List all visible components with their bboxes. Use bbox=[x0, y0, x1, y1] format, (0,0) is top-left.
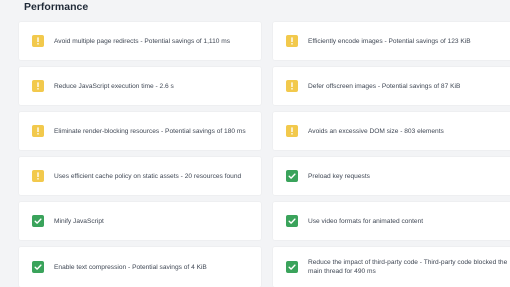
audit-label: Enable text compression - Potential savi… bbox=[54, 263, 207, 271]
audit-card-minify-js[interactable]: Minify JavaScript bbox=[19, 202, 261, 240]
performance-page: Performance Avoid multiple page redirect… bbox=[0, 0, 510, 287]
audit-label: Uses efficient cache policy on static as… bbox=[54, 172, 242, 180]
audit-label: Avoids an excessive DOM size - 803 eleme… bbox=[308, 127, 444, 135]
audit-card-offscreen-images[interactable]: Defer offscreen images - Potential savin… bbox=[273, 67, 510, 105]
audit-label: Avoid multiple page redirects - Potentia… bbox=[54, 37, 231, 45]
audit-card-cache-policy[interactable]: Uses efficient cache policy on static as… bbox=[19, 157, 261, 195]
exclamation-icon bbox=[32, 35, 44, 47]
audit-card-js-execution[interactable]: Reduce JavaScript execution time - 2.6 s bbox=[19, 67, 261, 105]
audit-label: Reduce the impact of third-party code - … bbox=[308, 259, 508, 275]
audit-card-dom-size[interactable]: Avoids an excessive DOM size - 803 eleme… bbox=[273, 112, 510, 150]
audit-label: Efficiently encode images - Potential sa… bbox=[308, 37, 471, 45]
check-icon bbox=[32, 261, 44, 273]
audit-card-preload-requests[interactable]: Preload key requests bbox=[273, 157, 510, 195]
audit-label: Reduce JavaScript execution time - 2.6 s bbox=[54, 82, 174, 90]
check-icon bbox=[286, 170, 298, 182]
exclamation-icon bbox=[32, 125, 44, 137]
audit-card-render-blocking[interactable]: Eliminate render-blocking resources - Po… bbox=[19, 112, 261, 150]
audit-label: Use video formats for animated content bbox=[308, 217, 424, 225]
audit-card-avoid-redirects[interactable]: Avoid multiple page redirects - Potentia… bbox=[19, 22, 261, 60]
check-icon bbox=[286, 261, 298, 273]
exclamation-icon bbox=[32, 170, 44, 182]
audit-grid: Avoid multiple page redirects - Potentia… bbox=[19, 22, 510, 287]
exclamation-icon bbox=[286, 35, 298, 47]
exclamation-icon bbox=[32, 80, 44, 92]
audit-label: Minify JavaScript bbox=[54, 217, 104, 225]
exclamation-icon bbox=[286, 80, 298, 92]
section-title: Performance bbox=[24, 1, 89, 13]
exclamation-icon bbox=[286, 125, 298, 137]
audit-card-video-formats[interactable]: Use video formats for animated content bbox=[273, 202, 510, 240]
audit-label: Preload key requests bbox=[308, 172, 370, 180]
audit-card-text-compression[interactable]: Enable text compression - Potential savi… bbox=[19, 247, 261, 287]
check-icon bbox=[32, 215, 44, 227]
check-icon bbox=[286, 215, 298, 227]
audit-label: Eliminate render-blocking resources - Po… bbox=[54, 127, 246, 135]
audit-label: Defer offscreen images - Potential savin… bbox=[308, 82, 461, 90]
audit-card-encode-images[interactable]: Efficiently encode images - Potential sa… bbox=[273, 22, 510, 60]
audit-card-third-party-code[interactable]: Reduce the impact of third-party code - … bbox=[273, 247, 510, 287]
